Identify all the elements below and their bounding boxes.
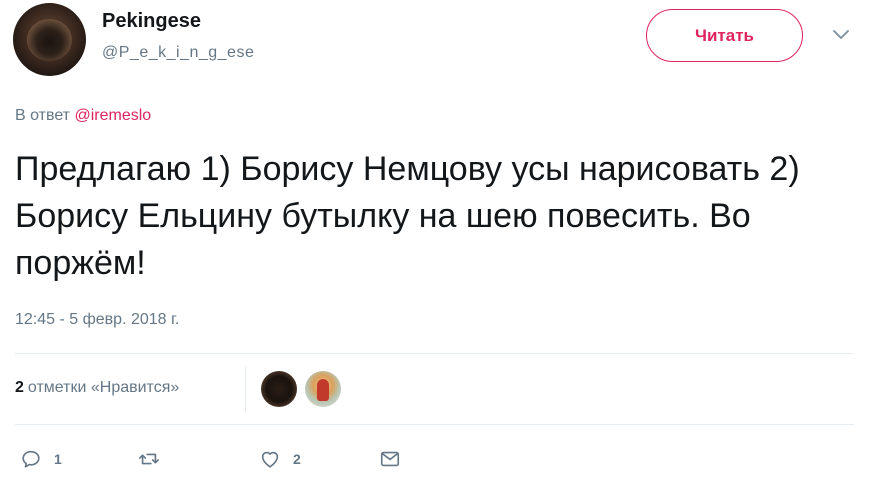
tweet-timestamp[interactable]: 12:45 - 5 февр. 2018 г. — [15, 311, 179, 329]
likes-stat[interactable]: 2 отметки «Нравится» — [15, 379, 179, 397]
chevron-down-icon[interactable] — [831, 28, 851, 42]
follow-button[interactable]: Читать — [646, 9, 803, 62]
divider — [15, 424, 854, 425]
reply-prefix: В ответ — [15, 107, 71, 124]
reply-mention-link[interactable]: @iremeslo — [74, 107, 151, 124]
tweet-text: Предлагаю 1) Борису Немцову усы нарисова… — [15, 150, 800, 282]
direct-message-button[interactable] — [379, 448, 401, 470]
retweet-button[interactable] — [138, 448, 172, 470]
author-avatar[interactable] — [13, 3, 86, 76]
like-button[interactable]: 2 — [259, 448, 301, 470]
heart-icon — [261, 451, 279, 468]
likes-count: 2 — [15, 379, 24, 396]
reply-icon — [22, 450, 40, 468]
envelope-icon — [380, 451, 400, 467]
author-handle[interactable]: @P_e_k_i_n_g_ese — [102, 44, 254, 62]
reply-context: В ответ @iremeslo — [15, 107, 151, 125]
reply-count: 1 — [54, 451, 62, 467]
divider — [15, 353, 854, 354]
reply-button[interactable]: 1 — [20, 448, 62, 470]
stat-separator — [245, 366, 246, 412]
retweet-icon — [139, 453, 159, 465]
likes-label: отметки «Нравится» — [27, 379, 180, 396]
avatar-image — [317, 379, 329, 401]
liker-avatar[interactable] — [305, 371, 341, 407]
liker-avatar[interactable] — [261, 371, 297, 407]
like-count: 2 — [293, 451, 301, 467]
author-name[interactable]: Pekingese — [102, 10, 201, 33]
avatar-image — [27, 19, 72, 61]
